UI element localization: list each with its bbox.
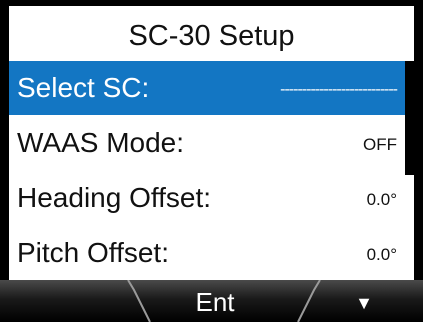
menu-item-waas-mode[interactable]: WAAS Mode: OFF <box>9 116 405 170</box>
menu-item-value: --------------------------- <box>280 81 398 98</box>
menu-item-pitch-offset[interactable]: Pitch Offset: 0.0° <box>9 226 405 280</box>
down-triangle-icon: ▼ <box>355 293 373 313</box>
menu-item-label: WAAS Mode: <box>17 127 185 158</box>
ent-softkey[interactable]: Ent <box>140 280 290 322</box>
menu-item-label: Select SC: <box>17 72 150 103</box>
softkey-left[interactable] <box>0 280 130 322</box>
menu-item-select-sc[interactable]: Select SC: --------------------------- <box>9 61 405 115</box>
menu-item-heading-offset[interactable]: Heading Offset: 0.0° <box>9 171 405 225</box>
menu-item-value: OFF <box>363 135 397 154</box>
menu-item-value: 0.0° <box>366 190 397 209</box>
softkey-down[interactable]: ▼ <box>305 280 423 322</box>
page-title: SC-30 Setup <box>128 20 295 52</box>
menu-item-value: 0.0° <box>366 245 397 264</box>
setup-menu: Select SC: --------------------------- W… <box>9 61 414 281</box>
menu-item-label: Pitch Offset: <box>17 237 169 268</box>
menu-item-label: Heading Offset: <box>17 182 212 213</box>
scrollbar-thumb[interactable] <box>405 61 414 175</box>
